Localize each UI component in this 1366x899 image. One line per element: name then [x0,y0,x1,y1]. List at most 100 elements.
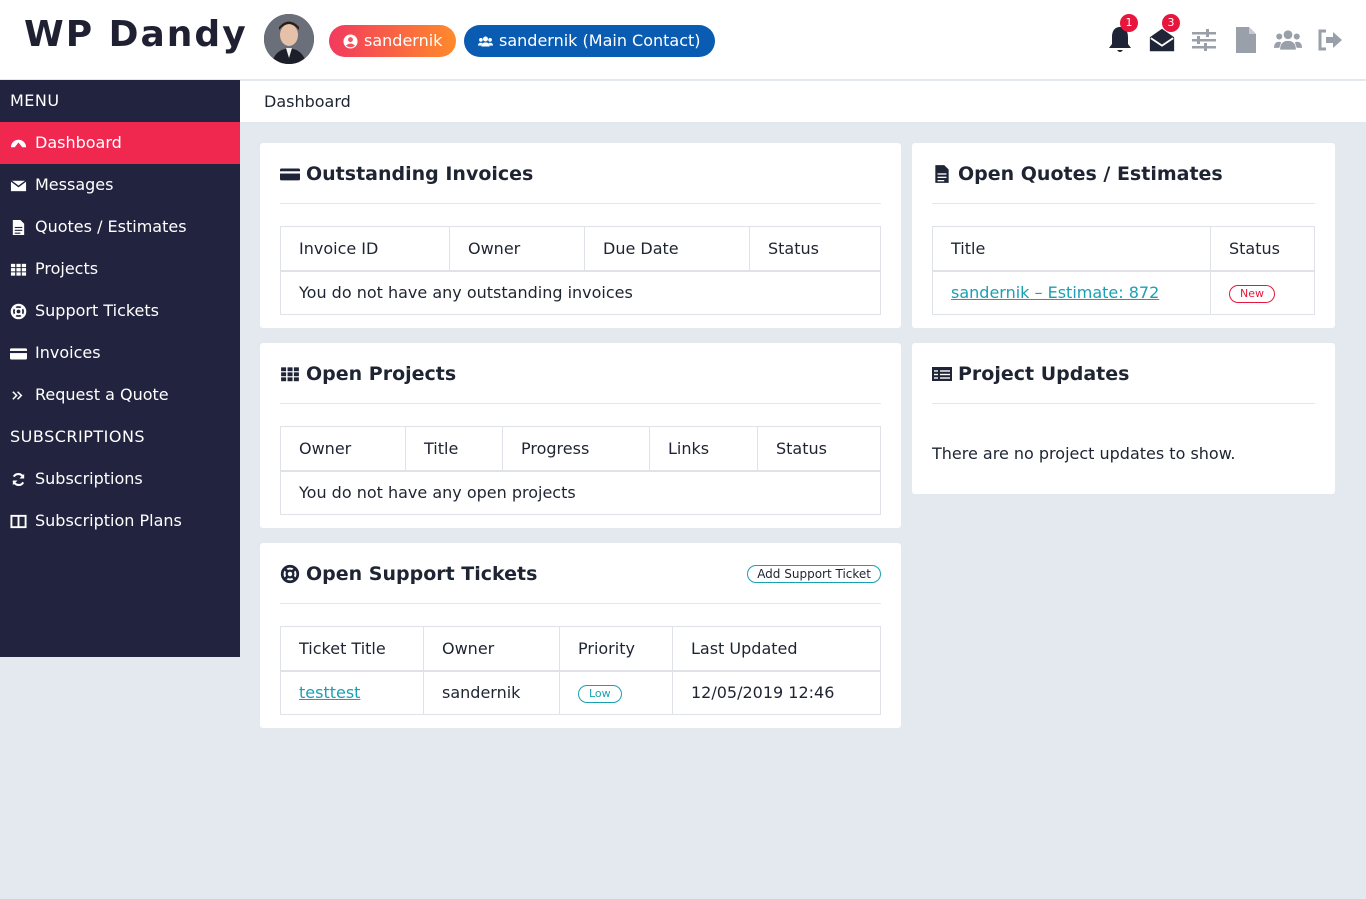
sidebar-item-label: Support Tickets [35,301,160,320]
file-text-icon [935,164,949,183]
sidebar-item-invoices[interactable]: Invoices [0,332,240,374]
ticket-title-link[interactable]: testtest [299,683,360,702]
card-title: Project Updates [958,362,1130,385]
sidebar: MENU Dashboard Messages Quotes / Estimat… [0,80,240,657]
column-header[interactable]: Status [749,226,881,272]
sidebar-item-request-quote[interactable]: Request a Quote [0,374,240,416]
status-badge: New [1229,285,1275,304]
column-header[interactable]: Title [405,426,503,472]
avatar[interactable] [264,14,314,64]
sidebar-item-dashboard[interactable]: Dashboard [0,122,240,164]
envelope-icon [10,179,27,191]
users-icon [478,36,493,46]
tickets-table: Ticket Title Owner Priority Last Updated… [280,626,881,715]
add-support-ticket-button[interactable]: Add Support Ticket [747,564,881,583]
card-header: Open Quotes / Estimates [932,143,1315,204]
sidebar-item-label: Invoices [35,343,101,362]
sidebar-item-label: Messages [35,175,114,194]
user-pill[interactable]: sandernik [329,25,457,57]
projects-table: Owner Title Progress Links Status You do… [280,426,881,515]
sidebar-item-label: Projects [35,259,99,278]
credit-card-icon [280,168,300,180]
subscriptions-heading: SUBSCRIPTIONS [10,427,146,446]
column-header[interactable]: Status [757,426,881,472]
settings-button[interactable] [1190,20,1218,60]
logo[interactable]: WP Dandy [24,14,248,55]
column-header[interactable]: Ticket Title [280,626,424,672]
column-header[interactable]: Due Date [584,226,750,272]
empty-message: There are no project updates to show. [932,444,1236,463]
file-text-icon [12,219,25,235]
empty-message: You do not have any outstanding invoices [280,270,881,315]
table-row: sandernik – Estimate: 872 New [932,270,1315,315]
card-header: Outstanding Invoices [280,143,881,204]
grid-icon [10,263,27,276]
table-row: testtest sandernik Low 12/05/2019 12:46 [280,670,881,715]
header-actions: 1 3 [1106,14,1344,60]
logout-button[interactable] [1316,20,1344,60]
grid-icon [281,366,299,381]
credit-card-icon [10,347,27,359]
column-header[interactable]: Priority [559,626,673,672]
team-icon [1274,30,1302,50]
ticket-owner: sandernik [423,670,560,715]
column-header[interactable]: Invoice ID [280,226,450,272]
outstanding-invoices-card: Outstanding Invoices Invoice ID Owner Du… [260,143,901,328]
sidebar-item-label: Dashboard [35,133,122,152]
notifications-badge: 1 [1120,14,1138,32]
avatar-image [264,14,314,64]
invoices-table: Invoice ID Owner Due Date Status You do … [280,226,881,315]
breadcrumb: Dashboard [240,81,1366,123]
sidebar-item-subscriptions[interactable]: Subscriptions [0,458,240,500]
column-header[interactable]: Status [1210,226,1315,272]
columns-icon [10,514,27,528]
messages-button[interactable]: 3 [1148,14,1180,60]
menu-heading: MENU [10,91,60,110]
quotes-table: Title Status sandernik – Estimate: 872 N… [932,226,1315,315]
card-header: Open Projects [280,343,881,404]
card-header: Project Updates [932,343,1315,404]
user-circle-icon [343,33,358,49]
card-title: Open Support Tickets [306,562,538,585]
card-title: Open Quotes / Estimates [958,162,1223,185]
sidebar-item-quotes[interactable]: Quotes / Estimates [0,206,240,248]
sliders-icon [1192,29,1216,51]
column-header[interactable]: Owner [449,226,585,272]
sidebar-item-messages[interactable]: Messages [0,164,240,206]
empty-message: You do not have any open projects [280,470,881,515]
column-header[interactable]: Owner [423,626,560,672]
dashboard-icon [10,139,27,147]
column-header[interactable]: Owner [280,426,406,472]
sidebar-item-subscription-plans[interactable]: Subscription Plans [0,500,240,542]
column-header[interactable]: Progress [502,426,650,472]
card-title: Open Projects [306,362,457,385]
sign-out-icon [1318,29,1342,51]
messages-badge: 3 [1162,14,1180,32]
sidebar-item-label: Request a Quote [35,385,169,404]
project-updates-card: Project Updates There are no project upd… [912,343,1335,494]
team-button[interactable] [1274,20,1302,60]
card-title: Outstanding Invoices [306,162,534,185]
quote-title-link[interactable]: sandernik – Estimate: 872 [951,283,1159,302]
open-projects-card: Open Projects Owner Title Progress Links… [260,343,901,528]
documents-button[interactable] [1232,20,1260,60]
refresh-icon [12,472,25,486]
sidebar-item-support-tickets[interactable]: Support Tickets [0,290,240,332]
notifications-button[interactable]: 1 [1106,14,1138,60]
user-name: sandernik [364,31,443,50]
sidebar-item-label: Subscription Plans [35,511,182,530]
table-row: You do not have any open projects [280,470,881,515]
life-ring-icon [280,564,300,583]
column-header[interactable]: Links [649,426,758,472]
column-header[interactable]: Last Updated [672,626,881,672]
card-header: Open Support Tickets Add Support Ticket [280,543,881,604]
life-ring-icon [10,303,27,319]
file-icon [1236,27,1256,53]
main-contact-pill[interactable]: sandernik (Main Contact) [464,25,715,57]
ticket-last-updated: 12/05/2019 12:46 [672,670,881,715]
open-support-tickets-card: Open Support Tickets Add Support Ticket … [260,543,901,728]
sidebar-item-projects[interactable]: Projects [0,248,240,290]
sidebar-item-label: Subscriptions [35,469,143,488]
open-quotes-card: Open Quotes / Estimates Title Status san… [912,143,1335,328]
column-header[interactable]: Title [932,226,1211,272]
